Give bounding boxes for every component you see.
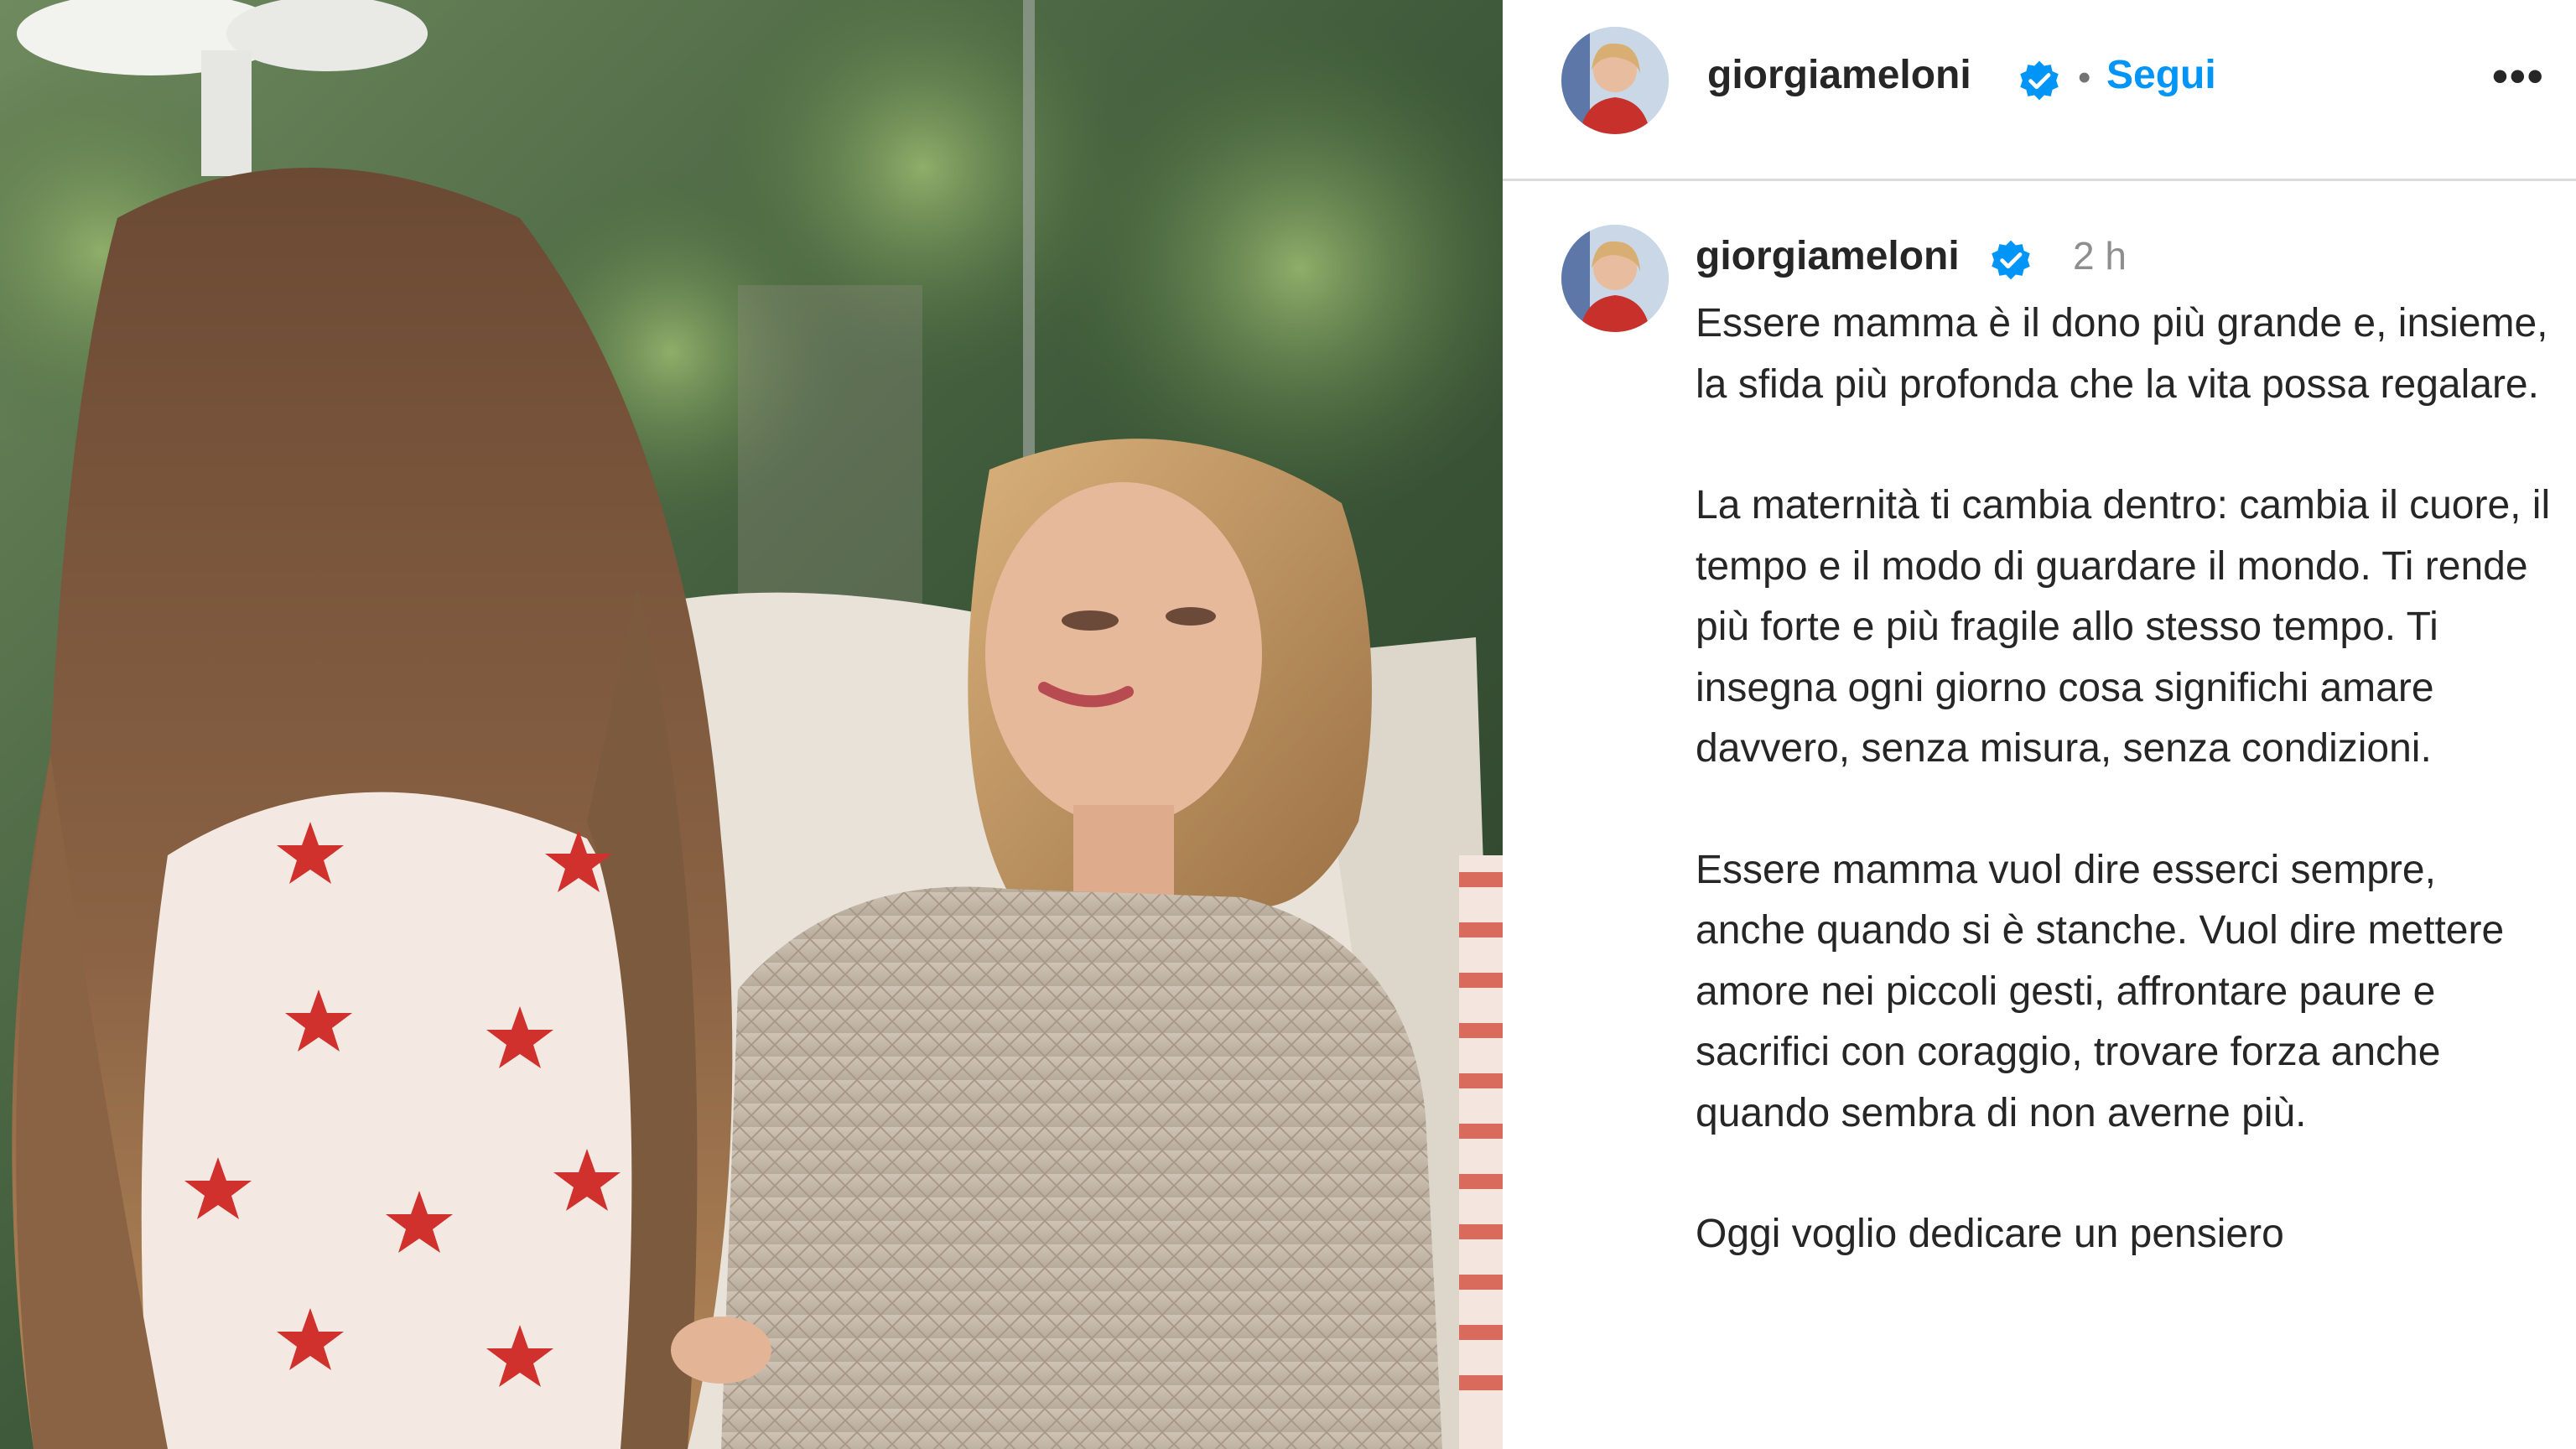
avatar[interactable]	[1561, 27, 1669, 134]
post-caption-section: giorgiameloni 2 h Essere mamma è il dono…	[1503, 181, 2576, 1449]
caption-username[interactable]: giorgiameloni	[1696, 233, 1960, 279]
separator-dot: •	[2078, 57, 2091, 98]
caption-paragraph: Essere mamma è il dono più grande e, ins…	[1696, 301, 2548, 407]
post-side-panel: giorgiameloni • Segui ••• giorgiameloni …	[1503, 0, 2576, 1449]
caption-paragraph: La maternità ti cambia dentro: cambia il…	[1696, 483, 2551, 771]
verified-badge-icon	[1992, 240, 2030, 280]
post-caption: Essere mamma è il dono più grande e, ins…	[1696, 293, 2551, 1326]
caption-paragraph: Oggi voglio dedicare un pensiero	[1696, 1212, 2284, 1256]
username[interactable]: giorgiameloni	[1707, 52, 1971, 98]
post-image[interactable]	[0, 0, 1503, 1449]
caption-paragraph: Essere mamma vuol dire esserci sempre, a…	[1696, 847, 2505, 1135]
more-options-icon[interactable]: •••	[2492, 50, 2545, 102]
follow-button[interactable]: Segui	[2106, 52, 2216, 98]
post-header: giorgiameloni • Segui •••	[1503, 0, 2576, 181]
post-timestamp[interactable]: 2 h	[2073, 233, 2127, 278]
verified-badge-icon	[2020, 60, 2059, 101]
caption-avatar[interactable]	[1561, 225, 1669, 332]
